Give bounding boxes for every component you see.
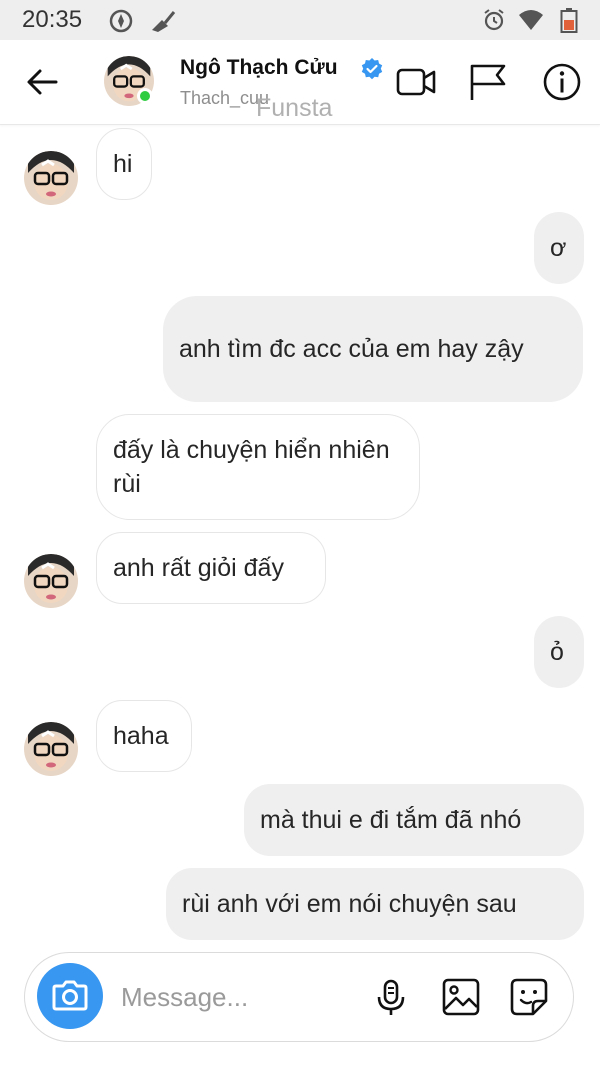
status-time: 20:35 — [22, 6, 83, 33]
message-bubble-incoming[interactable]: haha — [96, 700, 192, 772]
message-bubble-outgoing[interactable]: ơ — [534, 212, 584, 284]
flag-icon[interactable] — [466, 60, 510, 104]
wifi-icon — [519, 10, 543, 30]
gallery-icon[interactable] — [441, 977, 481, 1017]
avatar-photo — [24, 722, 78, 776]
message-bubble-outgoing[interactable]: rùi anh với em nói chuyện sau — [166, 868, 584, 940]
camera-icon — [52, 980, 88, 1011]
avatar-photo — [24, 151, 78, 205]
status-bar: 20:35 — [0, 0, 600, 40]
chat-header: Ngô Thạch Cửu Thach_cuu Funsta — [0, 40, 600, 125]
message-bubble-incoming[interactable]: hi — [96, 128, 152, 200]
info-icon[interactable] — [540, 60, 584, 104]
message-bubble-outgoing[interactable]: anh tìm đc acc của em hay zậy — [163, 296, 583, 402]
microphone-icon[interactable] — [371, 977, 411, 1017]
verified-badge-icon — [361, 58, 383, 80]
message-bubble-outgoing[interactable]: ỏ — [534, 616, 584, 688]
alarm-icon — [484, 9, 504, 31]
online-status-dot — [137, 88, 153, 104]
compass-icon — [109, 9, 133, 33]
video-call-icon[interactable] — [394, 60, 438, 104]
sticker-icon[interactable] — [509, 977, 549, 1017]
message-input[interactable] — [121, 977, 361, 1017]
contact-name[interactable]: Ngô Thạch Cửu — [180, 56, 338, 80]
broom-icon — [152, 11, 176, 32]
camera-button[interactable] — [37, 963, 103, 1029]
message-bubble-incoming[interactable]: anh rất giỏi đấy — [96, 532, 326, 604]
sender-avatar[interactable] — [24, 554, 78, 608]
message-bubble-incoming[interactable]: đấy là chuyện hiển nhiên rùi — [96, 414, 420, 520]
sender-avatar[interactable] — [24, 151, 78, 205]
watermark-text: Funsta — [256, 94, 333, 122]
avatar-photo — [24, 554, 78, 608]
sender-avatar[interactable] — [24, 722, 78, 776]
message-composer — [24, 952, 574, 1042]
back-arrow-icon[interactable] — [22, 62, 62, 102]
battery-icon — [560, 8, 578, 33]
message-bubble-outgoing[interactable]: mà thui e đi tắm đã nhó — [244, 784, 584, 856]
